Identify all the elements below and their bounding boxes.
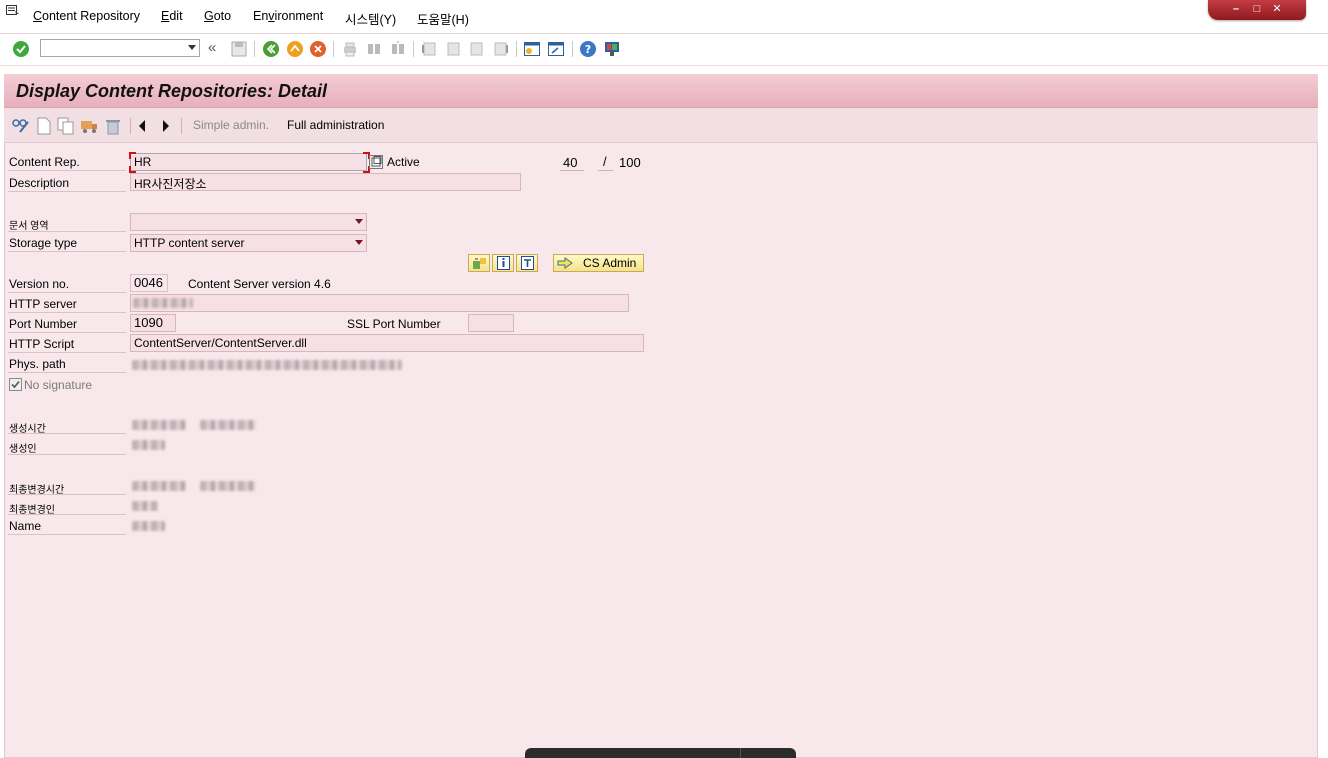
phys-path-label: Phys. path bbox=[9, 357, 66, 371]
information-button[interactable] bbox=[492, 254, 514, 272]
delete-icon[interactable] bbox=[104, 117, 122, 135]
send-certificate-button[interactable] bbox=[516, 254, 538, 272]
document-area-label: 문서 영역 bbox=[9, 221, 49, 232]
menu-bar: Content Repository Edit Goto Environment… bbox=[0, 0, 1328, 34]
command-field[interactable] bbox=[40, 39, 200, 57]
menu-content-repository[interactable]: Content Repository bbox=[33, 9, 140, 23]
creator-label: 생성인 bbox=[9, 444, 37, 455]
transport-icon[interactable] bbox=[80, 117, 98, 135]
menu-edit[interactable]: Edit bbox=[161, 9, 183, 23]
http-server-label: HTTP server bbox=[9, 297, 77, 311]
chevron-down-icon[interactable] bbox=[355, 240, 363, 245]
certificate-button[interactable] bbox=[468, 254, 490, 272]
active-label: Active bbox=[387, 155, 420, 169]
version-field: 0046 bbox=[130, 274, 168, 292]
cancel-icon[interactable] bbox=[309, 40, 327, 58]
back-double-icon[interactable]: « bbox=[208, 39, 216, 56]
send-icon bbox=[521, 256, 534, 270]
prev-page-icon[interactable] bbox=[444, 40, 462, 58]
svg-text:?: ? bbox=[585, 43, 591, 56]
next-page-icon[interactable] bbox=[468, 40, 486, 58]
window-controls: – □ ✕ bbox=[1208, 0, 1306, 20]
save-icon[interactable] bbox=[230, 40, 248, 58]
create-icon[interactable] bbox=[36, 117, 52, 135]
menu-system[interactable]: 시스템(Y) bbox=[345, 9, 396, 28]
port-number-label: Port Number bbox=[9, 317, 78, 331]
no-signature-label: No signature bbox=[24, 378, 93, 392]
http-server-field[interactable] bbox=[130, 294, 629, 312]
storage-type-value: HTTP content server bbox=[134, 236, 245, 250]
description-value: HR사진저장소 bbox=[134, 177, 207, 191]
info-icon bbox=[497, 256, 510, 270]
counter-total: 100 bbox=[619, 155, 641, 170]
description-label: Description bbox=[9, 176, 70, 190]
layout-icon[interactable] bbox=[603, 40, 621, 58]
ssl-port-label: SSL Port Number bbox=[347, 317, 441, 331]
content-rep-field[interactable]: HR bbox=[130, 153, 367, 171]
http-script-value: ContentServer/ContentServer.dll bbox=[134, 336, 307, 350]
previous-icon[interactable] bbox=[137, 119, 147, 133]
version-value: 0046 bbox=[134, 275, 163, 290]
http-script-field[interactable]: ContentServer/ContentServer.dll bbox=[130, 334, 644, 352]
created-time-redacted bbox=[200, 420, 256, 430]
cs-admin-button[interactable]: CS Admin bbox=[553, 254, 644, 272]
minimize-icon[interactable]: – bbox=[1228, 2, 1244, 16]
menu-help[interactable]: 도움말(H) bbox=[417, 9, 469, 28]
storage-type-select[interactable]: HTTP content server bbox=[130, 234, 367, 252]
full-administration-button[interactable]: Full administration bbox=[287, 118, 384, 132]
content-rep-label: Content Rep. bbox=[9, 155, 80, 169]
simple-admin-button[interactable]: Simple admin. bbox=[193, 118, 269, 132]
content-rep-value: HR bbox=[134, 155, 152, 169]
active-checkbox[interactable] bbox=[369, 155, 384, 169]
new-session-icon[interactable] bbox=[523, 40, 541, 58]
counter-current: 40 bbox=[563, 155, 578, 170]
find-icon[interactable] bbox=[365, 40, 383, 58]
no-signature-checkbox[interactable] bbox=[9, 378, 22, 391]
content-server-version-text: Content Server version 4.6 bbox=[188, 277, 331, 291]
created-date-redacted bbox=[132, 420, 186, 430]
arrow-right-icon bbox=[557, 257, 573, 269]
cs-admin-label: CS Admin bbox=[583, 256, 637, 270]
last-changed-by-redacted bbox=[132, 501, 158, 511]
menu-environment[interactable]: Environment bbox=[253, 9, 323, 23]
last-changed-time-redacted bbox=[200, 481, 256, 491]
http-script-label: HTTP Script bbox=[9, 337, 75, 351]
menu-goto[interactable]: Goto bbox=[204, 9, 231, 23]
print-icon[interactable] bbox=[341, 40, 359, 58]
storage-type-label: Storage type bbox=[9, 236, 78, 250]
first-page-icon[interactable] bbox=[420, 40, 438, 58]
chevron-down-icon[interactable] bbox=[355, 219, 363, 224]
help-icon[interactable]: ? bbox=[579, 40, 597, 58]
last-changed-date-redacted bbox=[132, 481, 186, 491]
port-number-value: 1090 bbox=[134, 315, 163, 330]
last-page-icon[interactable] bbox=[492, 40, 510, 58]
enter-icon[interactable] bbox=[12, 40, 30, 58]
find-next-icon[interactable] bbox=[389, 40, 407, 58]
page-title: Display Content Repositories: Detail bbox=[16, 81, 328, 101]
standard-toolbar: « ? bbox=[0, 34, 1328, 66]
name-redacted bbox=[132, 521, 165, 531]
taskbar-fragment bbox=[525, 748, 796, 758]
port-number-field[interactable]: 1090 bbox=[130, 314, 176, 332]
chevron-down-icon[interactable] bbox=[188, 45, 196, 50]
exit-icon[interactable] bbox=[286, 40, 304, 58]
system-menu-icon[interactable] bbox=[6, 5, 20, 17]
phys-path-redacted bbox=[132, 360, 402, 370]
version-label: Version no. bbox=[9, 277, 70, 291]
certificate-icon bbox=[473, 258, 486, 269]
copy-icon[interactable] bbox=[57, 117, 75, 135]
creator-redacted bbox=[132, 440, 165, 450]
description-field[interactable]: HR사진저장소 bbox=[130, 173, 521, 191]
shortcut-icon[interactable] bbox=[547, 40, 565, 58]
display-change-icon[interactable] bbox=[11, 117, 31, 135]
back-icon[interactable] bbox=[262, 40, 280, 58]
redacted-value bbox=[133, 298, 193, 308]
ssl-port-field[interactable] bbox=[468, 314, 514, 332]
document-area-select[interactable] bbox=[130, 213, 367, 231]
name-label: Name bbox=[9, 519, 42, 533]
maximize-icon[interactable]: □ bbox=[1249, 2, 1265, 16]
next-icon[interactable] bbox=[161, 119, 171, 133]
counter-separator: / bbox=[603, 154, 607, 169]
close-icon[interactable]: ✕ bbox=[1269, 2, 1285, 16]
